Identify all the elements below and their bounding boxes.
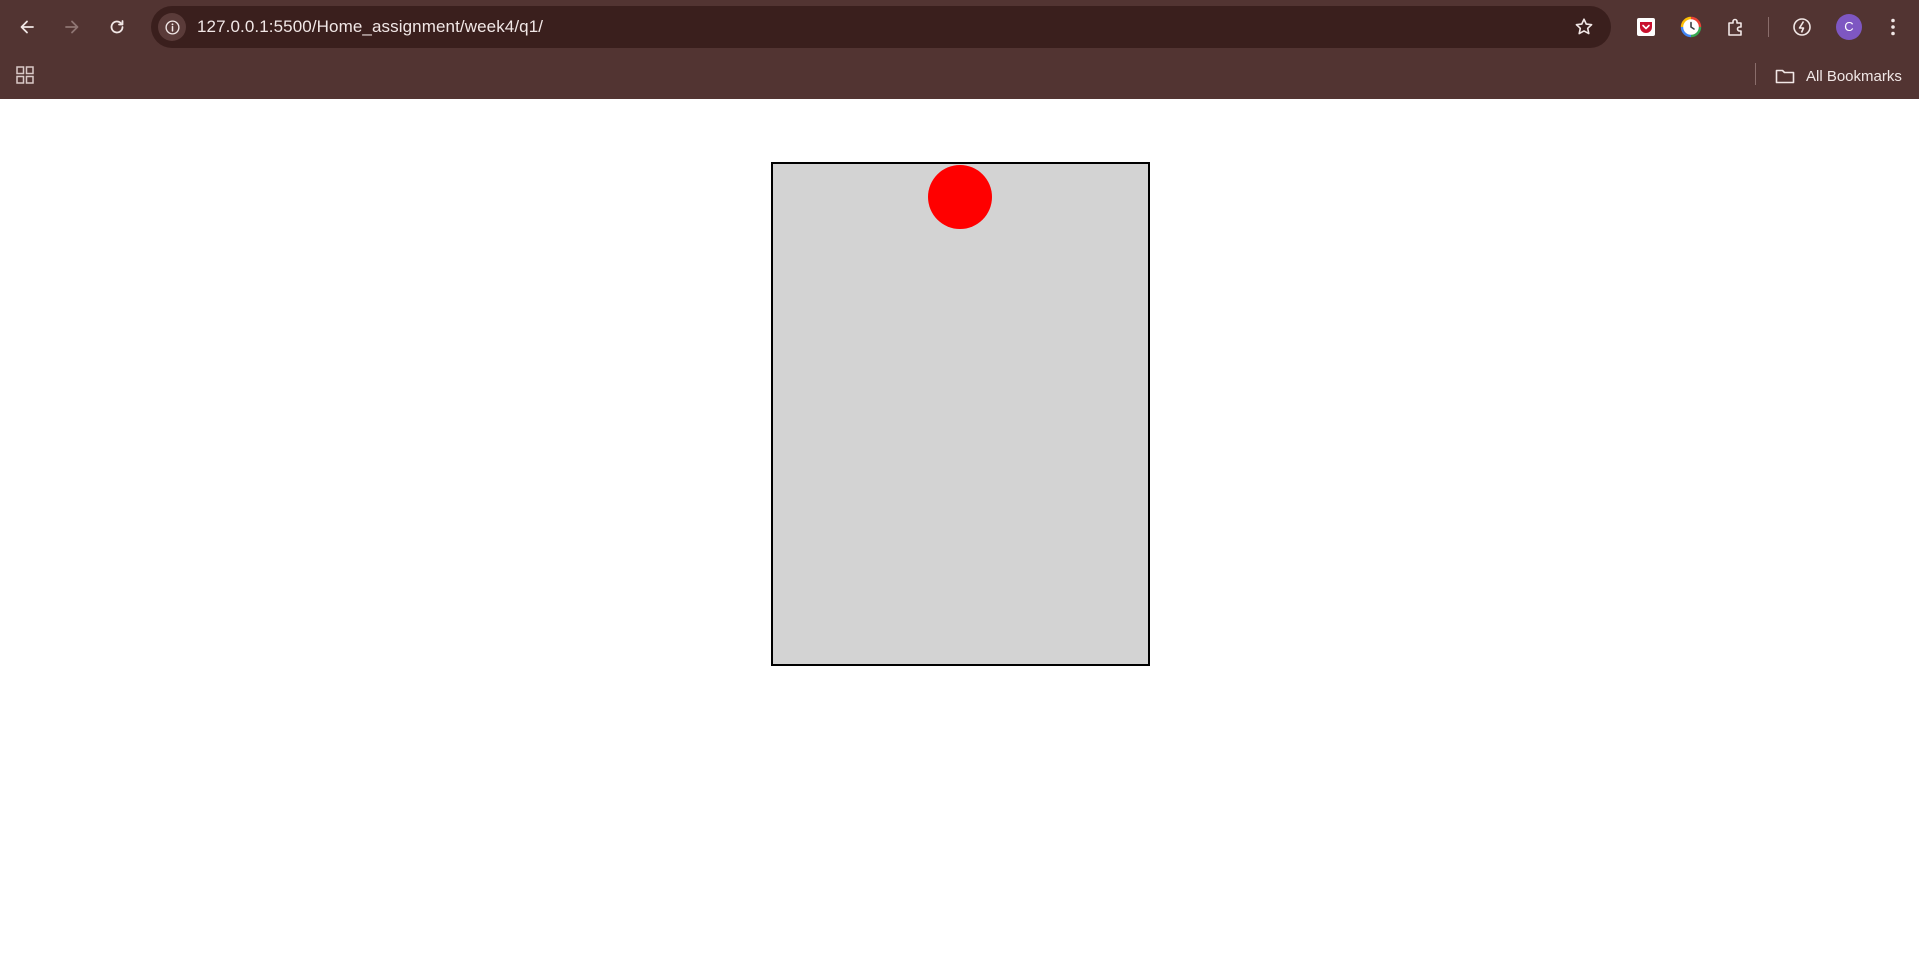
puzzle-icon [1728,18,1742,36]
kebab-menu-icon [1891,18,1895,36]
all-bookmarks-button[interactable]: All Bookmarks [1774,62,1902,90]
red-ball [928,165,992,229]
back-button[interactable] [10,10,44,44]
browser-chrome: 127.0.0.1:5500/Home_assignment/week4/q1/ [0,0,1919,99]
extension-pocket-button[interactable] [1632,13,1660,41]
url-text[interactable]: 127.0.0.1:5500/Home_assignment/week4/q1/ [197,6,543,48]
bookmarks-bar: All Bookmarks [0,54,1919,99]
folder-icon [1775,69,1795,84]
browser-toolbar: 127.0.0.1:5500/Home_assignment/week4/q1/ [0,0,1919,54]
bookmarks-separator [1755,63,1756,85]
toolbar-separator [1768,17,1769,37]
pocket-icon [1637,18,1655,36]
reload-icon [110,20,124,34]
address-bar[interactable]: 127.0.0.1:5500/Home_assignment/week4/q1/ [151,6,1611,48]
arrow-left-icon [20,20,34,34]
extension-clock-button[interactable] [1677,13,1705,41]
page-content [0,99,1919,964]
forward-button[interactable] [55,10,89,44]
info-icon [164,19,180,35]
clock-extension-icon [1680,16,1702,38]
star-icon [1575,18,1593,35]
apps-grid-icon [16,66,34,84]
bookmark-star-button[interactable] [1573,16,1595,38]
performance-icon [1793,18,1811,36]
profile-avatar[interactable]: C [1836,14,1862,40]
browser-menu-button[interactable] [1879,13,1907,41]
apps-button[interactable] [14,64,36,86]
performance-button[interactable] [1788,13,1816,41]
reload-button[interactable] [100,10,134,44]
game-container [771,162,1150,666]
all-bookmarks-label: All Bookmarks [1806,67,1902,85]
arrow-right-icon [65,20,79,34]
extensions-button[interactable] [1722,13,1750,41]
site-info-button[interactable] [158,13,186,41]
